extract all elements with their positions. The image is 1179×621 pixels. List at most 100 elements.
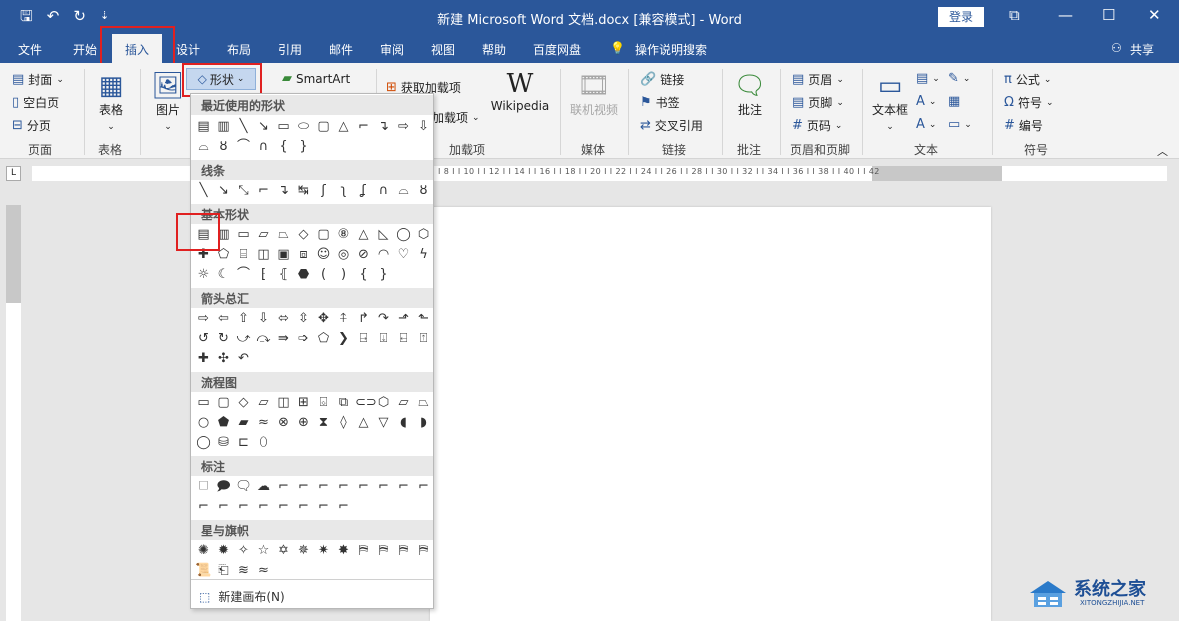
quad-arrow-shape-icon[interactable]: ✥ (315, 310, 332, 327)
quick-parts-button[interactable]: ▤ ⌄ (916, 71, 940, 86)
right-triangle-shape-icon[interactable]: ◺ (375, 226, 392, 243)
symbol-button[interactable]: Ω 符号 ⌄ (1004, 94, 1054, 111)
tab-view[interactable]: 视图 (431, 41, 455, 58)
smartart-button[interactable]: ▰ SmartArt (282, 71, 350, 86)
curved-double-arrow-shape-icon[interactable]: ʆ (355, 182, 372, 199)
footer-button[interactable]: ▤ 页脚 ⌄ (792, 94, 844, 111)
notched-right-arrow-shape-icon[interactable]: ➩ (295, 330, 312, 347)
accent-border-callout-3-shape-icon[interactable]: ⌐ (315, 498, 332, 515)
block-arc-shape-icon[interactable]: ◠ (375, 246, 392, 263)
line-shape-icon[interactable]: ╲ (195, 182, 212, 199)
right-brace-shape-icon[interactable]: } (295, 138, 312, 155)
quad-callout-arrow-shape-icon[interactable]: ✣ (215, 350, 232, 367)
double-arrow-line-shape-icon[interactable]: ⤡ (235, 182, 252, 199)
line-callout-4-shape-icon[interactable]: ⌐ (335, 478, 352, 495)
left-up-arrow-shape-icon[interactable]: ⬏ (395, 310, 412, 327)
terminator-shape-icon[interactable]: ⊂⊃ (355, 394, 377, 411)
circular-arrow-shape-icon[interactable]: ↶ (235, 350, 252, 367)
page-break-button[interactable]: ⊟ 分页 (12, 117, 51, 134)
ribbon-display-options-icon[interactable]: ⧉ (1009, 6, 1020, 24)
explosion-2-shape-icon[interactable]: ✹ (215, 542, 232, 559)
comment-button[interactable]: 🗨 批注 (732, 71, 768, 118)
tab-review[interactable]: 审阅 (380, 41, 404, 58)
login-button[interactable]: 登录 (938, 7, 984, 27)
cross-reference-button[interactable]: ⇄ 交叉引用 (640, 117, 703, 134)
cloud-callout-shape-icon[interactable]: ☁ (255, 478, 272, 495)
accent-border-callout-shape-icon[interactable]: ⌐ (275, 498, 292, 515)
elbow-connector-shape-icon[interactable]: ⌐ (255, 182, 272, 199)
preparation-shape-icon[interactable]: ⬡ (375, 394, 392, 411)
offpage-connector-shape-icon[interactable]: ⬟ (215, 414, 232, 431)
donut-shape-icon[interactable]: ◎ (335, 246, 352, 263)
triangle-shape-icon[interactable]: △ (335, 118, 352, 135)
scribble-shape-icon[interactable]: ȣ (415, 182, 432, 199)
moon-shape-icon[interactable]: ☾ (215, 266, 232, 283)
chevron-shape-icon[interactable]: ❯ (335, 330, 352, 347)
drop-cap-button[interactable]: A ⌄ (916, 117, 936, 132)
cube-shape-icon[interactable]: ◫ (255, 246, 272, 263)
arc-shape-icon[interactable]: ⌒ (235, 138, 252, 155)
octagon-shape-icon[interactable]: ⑧ (335, 226, 352, 243)
explosion-shape-icon[interactable]: ✺ (195, 542, 212, 559)
star-7-shape-icon[interactable]: ✵ (295, 542, 312, 559)
tab-layout[interactable]: 布局 (227, 41, 251, 58)
data-shape-icon[interactable]: ▱ (255, 394, 272, 411)
vertical-scroll-shape-icon[interactable]: 📜 (195, 562, 212, 579)
double-brace-shape-icon[interactable]: ⦃ (275, 266, 292, 283)
or-shape-icon[interactable]: ⊕ (295, 414, 312, 431)
down-arrow-shape-icon[interactable]: ⇩ (255, 310, 272, 327)
curved-ribbon-up-shape-icon[interactable]: ⛿ (395, 542, 412, 559)
star-4-shape-icon[interactable]: ✧ (235, 542, 252, 559)
border-callout-3-shape-icon[interactable]: ⌐ (235, 498, 252, 515)
accent-callout-4-shape-icon[interactable]: ⌐ (415, 478, 432, 495)
collate-shape-icon[interactable]: ⧗ (315, 414, 332, 431)
line-callout-2-shape-icon[interactable]: ⌐ (295, 478, 312, 495)
my-addins-button[interactable]: 加载项 ⌄ (432, 109, 480, 126)
accent-callout-2-shape-icon[interactable]: ⌐ (375, 478, 392, 495)
stored-data-shape-icon[interactable]: ◖ (395, 414, 412, 431)
extract-shape-icon[interactable]: △ (355, 414, 372, 431)
frame-shape-icon[interactable]: ⧈ (295, 246, 312, 263)
elbow-arrow-shape-icon[interactable]: ↴ (375, 118, 392, 135)
pentagon-shape-icon[interactable]: ⬠ (215, 246, 232, 263)
ribbon-up-shape-icon[interactable]: ⛿ (355, 542, 372, 559)
tab-file[interactable]: 文件 (18, 41, 42, 58)
punched-tape-shape-icon[interactable]: ≈ (255, 414, 272, 431)
display-shape-icon[interactable]: ⬯ (255, 434, 272, 451)
collapse-ribbon-icon[interactable]: ︿ (1157, 143, 1168, 159)
process-shape-icon[interactable]: ▭ (195, 394, 212, 411)
header-button[interactable]: ▤ 页眉 ⌄ (792, 71, 844, 88)
accent-border-callout-4-shape-icon[interactable]: ⌐ (335, 498, 352, 515)
left-brace-shape-icon[interactable]: { (355, 266, 372, 283)
accent-callout-3-shape-icon[interactable]: ⌐ (395, 478, 412, 495)
right-arrow-shape-icon[interactable]: ⇨ (395, 118, 412, 135)
freeform-shape-icon[interactable]: ⌓ (395, 182, 412, 199)
new-canvas-item[interactable]: ⬚ 新建画布(N) (191, 579, 433, 609)
left-right-up-arrow-shape-icon[interactable]: ⍏ (335, 310, 352, 327)
tab-help[interactable]: 帮助 (482, 41, 506, 58)
table-button[interactable]: ▦ 表格 ⌄ (94, 71, 128, 132)
maximize-button[interactable]: ☐ (1102, 6, 1115, 24)
line-shape-icon[interactable]: ╲ (235, 118, 252, 135)
accent-border-callout-2-shape-icon[interactable]: ⌐ (295, 498, 312, 515)
magnetic-disk-shape-icon[interactable]: ⛁ (215, 434, 232, 451)
arrow-line-shape-icon[interactable]: ↘ (215, 182, 232, 199)
left-right-arrow-shape-icon[interactable]: ⬄ (275, 310, 292, 327)
accent-callout-shape-icon[interactable]: ⌐ (355, 478, 372, 495)
up-callout-arrow-shape-icon[interactable]: ⍐ (415, 330, 432, 347)
double-bracket-shape-icon[interactable]: ⁅ (255, 266, 272, 283)
textbox-button[interactable]: ▭ 文本框 ⌄ (868, 71, 912, 132)
u-turn-arrow-shape-icon[interactable]: ↷ (375, 310, 392, 327)
star-8-shape-icon[interactable]: ✷ (315, 542, 332, 559)
rectangle-shape-icon[interactable]: ▭ (275, 118, 292, 135)
document-shape-icon[interactable]: ⌺ (315, 394, 332, 411)
sort-shape-icon[interactable]: ◊ (335, 414, 352, 431)
left-arrow-shape-icon[interactable]: ⇦ (215, 310, 232, 327)
sun-shape-icon[interactable]: ☼ (195, 266, 212, 283)
sequential-access-shape-icon[interactable]: ◯ (195, 434, 212, 451)
elbow-arrow-shape-icon[interactable]: ↴ (275, 182, 292, 199)
border-callout-2-shape-icon[interactable]: ⌐ (215, 498, 232, 515)
decision-shape-icon[interactable]: ◇ (235, 394, 252, 411)
striped-right-arrow-shape-icon[interactable]: ⇛ (275, 330, 292, 347)
triangle-shape-icon[interactable]: △ (355, 226, 372, 243)
